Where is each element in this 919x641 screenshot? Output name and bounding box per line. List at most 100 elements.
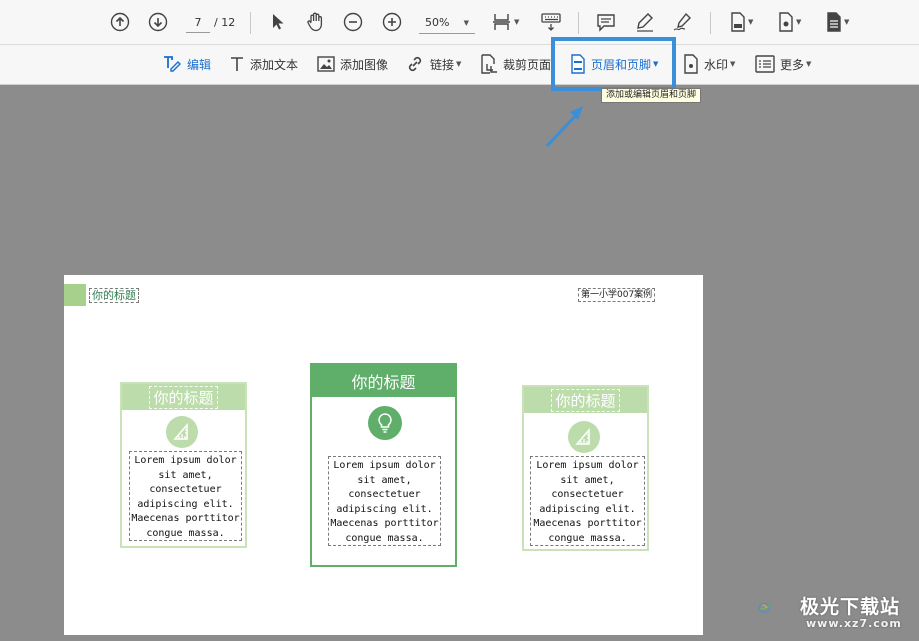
card-body-line: consectetuer	[348, 489, 421, 500]
card-body: Lorem ipsum dolor sit amet, consectetuer…	[328, 456, 441, 546]
select-tool-button[interactable]	[268, 12, 286, 32]
crop-page-label: 裁剪页面	[503, 57, 552, 72]
ruler-icon	[166, 416, 198, 448]
card-body-line: adipiscing elit.	[336, 503, 433, 515]
lightbulb-icon	[368, 406, 402, 440]
card-body-line: consectetuer	[149, 484, 222, 495]
add-image-button[interactable]: 添加图像	[317, 52, 388, 76]
chevron-down-icon: ▼	[730, 60, 736, 68]
chevron-down-icon: ▼	[463, 19, 469, 27]
plus-circle-icon	[382, 12, 402, 32]
minus-circle-icon	[343, 12, 363, 32]
card-body-line: Lorem ipsum dolor	[333, 460, 436, 471]
card-body-line: consectetuer	[551, 489, 624, 500]
more-list-icon	[755, 55, 775, 73]
watermark-label: 水印	[704, 57, 729, 72]
chevron-down-icon: ▼	[514, 18, 520, 26]
crop-page-icon	[481, 54, 497, 74]
page-total-label: / 12	[214, 16, 236, 29]
zoom-in-button[interactable]	[382, 12, 402, 32]
zoom-out-button[interactable]	[343, 12, 363, 32]
chevron-down-icon: ▼	[748, 18, 754, 26]
chevron-down-icon: ▼	[796, 18, 802, 26]
cursor-arrow-icon	[273, 14, 284, 30]
add-image-label: 添加图像	[340, 57, 389, 72]
tooltip: 添加或编辑页眉和页脚	[601, 88, 702, 103]
card-body-line: Lorem ipsum dolor	[536, 460, 639, 471]
card-body-line: sit amet,	[357, 474, 412, 486]
crop-page-button[interactable]: 裁剪页面	[480, 52, 551, 76]
keyboard-tool-button[interactable]	[540, 11, 562, 33]
fit-page-icon	[493, 14, 510, 30]
card-body-line: adipiscing elit.	[137, 498, 234, 510]
hand-tool-button[interactable]	[305, 11, 327, 33]
image-icon	[317, 56, 335, 72]
card-header: 你的标题	[312, 365, 455, 397]
document-icon	[731, 12, 745, 32]
comment-icon	[597, 14, 615, 32]
toolbar-divider	[578, 12, 579, 34]
page-header-title: 你的标题	[89, 288, 139, 303]
toolbar-divider	[710, 12, 711, 34]
document-page: 你的标题 第一小学007案例 你的标题 Lorem ipsum dolor si…	[64, 275, 703, 635]
watermark-site-name: 极光下载站	[800, 596, 901, 618]
page-header-right-text: 第一小学007案例	[578, 288, 656, 302]
chevron-down-icon: ▼	[844, 18, 850, 26]
card-body-line: congue massa.	[146, 527, 225, 539]
toolbar-divider	[250, 12, 251, 34]
next-page-button[interactable]	[148, 12, 168, 32]
link-button[interactable]: 链接 ▼	[405, 52, 461, 76]
hand-icon	[307, 12, 323, 32]
highlight-button[interactable]	[634, 11, 656, 33]
insert-page-button[interactable]: ▼	[778, 12, 801, 32]
more-label: 更多	[780, 57, 805, 72]
chevron-down-icon: ▼	[806, 60, 812, 68]
card-title: 你的标题	[351, 373, 416, 392]
edit-text-icon	[164, 56, 181, 72]
more-button[interactable]: 更多 ▼	[755, 52, 811, 76]
previous-page-button[interactable]	[110, 12, 130, 32]
link-icon	[408, 56, 422, 72]
zoom-value: 50%	[425, 16, 450, 29]
card-header: 你的标题	[524, 387, 647, 413]
card-center: 你的标题 Lorem ipsum dolor sit amet, consect…	[310, 363, 457, 567]
comment-button[interactable]	[596, 12, 616, 32]
annotation-arrow-icon	[545, 106, 583, 148]
card-body: Lorem ipsum dolor sit amet, consectetuer…	[129, 451, 242, 541]
add-text-button[interactable]: 添加文本	[229, 52, 298, 76]
link-label: 链接	[430, 57, 455, 72]
card-body-line: sit amet,	[158, 469, 213, 481]
card-body-line: congue massa.	[345, 532, 424, 544]
card-body-line: Maecenas porttitor	[131, 513, 240, 524]
ruler-icon	[568, 421, 600, 453]
fit-page-button[interactable]: ▼	[492, 12, 519, 32]
edit-label: 编辑	[187, 57, 212, 72]
page-menu-button[interactable]: ▼	[730, 12, 753, 32]
watermark-site-url: www.xz7.com	[806, 617, 902, 630]
card-body-line: Maecenas porttitor	[533, 518, 642, 529]
watermark-icon	[684, 54, 698, 74]
card-body-line: Lorem ipsum dolor	[134, 455, 237, 466]
card-body-line: congue massa.	[548, 532, 627, 544]
card-body-line: Maecenas porttitor	[330, 518, 439, 529]
page-number-input[interactable]: 7	[186, 14, 210, 33]
main-toolbar: 7 / 12 50% ▼ ▼ ▼ ▼ ▼	[0, 0, 919, 45]
highlight-box	[551, 37, 676, 91]
zoom-select[interactable]: 50% ▼	[419, 13, 475, 34]
text-t-icon	[231, 57, 243, 71]
card-title: 你的标题	[551, 388, 620, 412]
keyboard-icon	[541, 13, 561, 31]
watermark-button[interactable]: 水印 ▼	[683, 52, 735, 76]
site-logo-icon	[758, 602, 771, 613]
export-button[interactable]: ▼	[826, 12, 849, 32]
card-header: 你的标题	[122, 384, 245, 410]
card-body: Lorem ipsum dolor sit amet, consectetuer…	[530, 456, 645, 546]
document-add-icon	[779, 12, 793, 32]
header-color-block	[64, 284, 86, 306]
add-text-label: 添加文本	[250, 57, 299, 72]
card-body-line: adipiscing elit.	[539, 503, 636, 515]
sign-button[interactable]	[672, 11, 694, 33]
edit-button[interactable]: 编辑	[162, 52, 211, 76]
chevron-down-icon: ▼	[456, 60, 462, 68]
card-right: 你的标题 Lorem ipsum dolor sit amet, consect…	[522, 385, 649, 551]
